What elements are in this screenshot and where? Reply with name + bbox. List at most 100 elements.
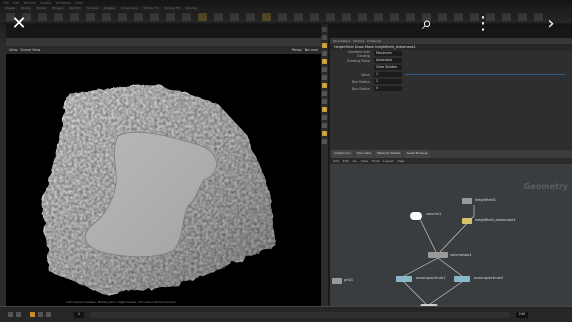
display-tool-icon[interactable] [322, 115, 327, 120]
timeline-scrubber[interactable] [90, 312, 510, 318]
display-tool-icon[interactable] [322, 43, 327, 48]
network-menu-item[interactable]: Tools [372, 159, 379, 163]
3d-viewport[interactable]: Left mouse tumbles. Middle pans. Right d… [6, 54, 321, 306]
view-menu[interactable]: No cam [305, 48, 318, 52]
menu-edit[interactable]: Edit [13, 1, 20, 5]
menu-file[interactable]: File [3, 1, 9, 5]
network-tab[interactable]: Material Palette [374, 150, 403, 158]
display-tool-icon[interactable] [322, 107, 327, 112]
step-forward-icon[interactable] [38, 312, 43, 317]
area-light-tool-icon[interactable] [246, 13, 255, 21]
menu-render[interactable]: Render [24, 1, 36, 5]
shelf-tab[interactable]: Polygon [49, 6, 66, 11]
circle-tool-icon[interactable] [118, 13, 127, 21]
node-heightfield1[interactable] [462, 198, 472, 204]
node-grid1[interactable] [332, 278, 342, 284]
menu-assets[interactable]: Assets [40, 1, 51, 5]
shelf-tab[interactable]: Texture [84, 6, 100, 11]
tube-tool-icon[interactable] [38, 13, 47, 21]
display-tool-icon[interactable] [322, 91, 327, 96]
display-tool-icon[interactable] [322, 83, 327, 88]
play-forward-icon[interactable] [46, 312, 51, 317]
clear-strokes-button[interactable]: Clear Strokes [374, 65, 402, 70]
step-back-icon[interactable] [16, 312, 21, 317]
shelf-tab[interactable]: Terrain FX [141, 6, 161, 11]
line-tool-icon[interactable] [102, 13, 111, 21]
switcher-tool-icon[interactable] [390, 13, 399, 21]
distant-light-tool-icon[interactable] [310, 13, 319, 21]
end-frame[interactable]: 240 [516, 312, 528, 318]
network-tab[interactable]: /obj/terrain [332, 150, 353, 158]
display-tool-icon[interactable] [322, 67, 327, 72]
next-icon[interactable]: › [538, 10, 564, 36]
network-menu-item[interactable]: View [361, 159, 368, 163]
vr-camera-tool-icon[interactable] [374, 13, 383, 21]
spot-light-tool-icon[interactable] [230, 13, 239, 21]
extra-tool-icon[interactable] [518, 13, 527, 21]
network-tab[interactable]: Asset Browser [404, 150, 430, 158]
shelf-tab[interactable]: Volume [183, 6, 199, 11]
shelf-tab[interactable]: Characters [119, 6, 140, 11]
display-tool-icon[interactable] [322, 35, 327, 40]
play-back-icon[interactable] [8, 312, 13, 317]
ambient-light-tool-icon[interactable] [342, 13, 351, 21]
extra-tool-icon[interactable] [502, 13, 511, 21]
node-volumevop1[interactable] [428, 252, 448, 258]
network-menu-item[interactable]: Layout [383, 159, 393, 163]
network-editor[interactable]: Geometry heightfield1 volume1 heightfiel… [330, 164, 572, 314]
curve-tool-icon[interactable] [134, 13, 143, 21]
path-tool-icon[interactable] [150, 13, 159, 21]
geo-light-tool-icon[interactable] [294, 13, 303, 21]
menu-help[interactable]: Help [75, 1, 83, 5]
node-heightfield-drawmask1[interactable] [462, 218, 472, 224]
portal-light-tool-icon[interactable] [326, 13, 335, 21]
display-tool-icon[interactable] [322, 99, 327, 104]
display-tool-icon[interactable] [322, 75, 327, 80]
null-tool-icon[interactable] [86, 13, 95, 21]
close-icon[interactable]: ✕ [6, 10, 32, 36]
network-menu-item[interactable]: Edit [343, 159, 349, 163]
param-tab[interactable]: Strokes [353, 39, 364, 43]
light-tool-icon[interactable] [198, 13, 207, 21]
param-tab[interactable]: Parameters [333, 39, 350, 43]
value-slider[interactable] [405, 74, 565, 75]
node-oceanspectrum2[interactable] [454, 276, 470, 282]
network-tab[interactable]: Tree View [354, 150, 373, 158]
combine-dropdown[interactable]: Maximum [374, 51, 402, 56]
blur-radius-field[interactable]: 0 [374, 86, 402, 91]
viewport-tab[interactable]: View [9, 48, 17, 52]
display-tool-icon[interactable] [322, 123, 327, 128]
network-menu-item[interactable]: Add [333, 159, 339, 163]
blur-radius-field[interactable]: 1 [374, 79, 402, 84]
display-tool-icon[interactable] [322, 131, 327, 136]
sky-light-tool-icon[interactable] [262, 13, 271, 21]
grid-tool-icon[interactable] [70, 13, 79, 21]
value-field[interactable]: 1 [374, 72, 402, 77]
shelf-tab[interactable]: Deform [67, 6, 83, 11]
current-frame[interactable]: 1 [74, 312, 84, 318]
font-tool-icon[interactable] [182, 13, 191, 21]
network-menu-item[interactable]: Help [398, 159, 405, 163]
more-icon[interactable]: ⋮ [470, 10, 496, 36]
play-icon[interactable] [30, 312, 35, 317]
menu-windows[interactable]: Windows [56, 1, 72, 5]
network-menu-item[interactable]: Go [353, 159, 357, 163]
camera-menu[interactable]: Persp [292, 48, 302, 52]
camera-tool-icon[interactable] [214, 13, 223, 21]
display-tool-icon[interactable] [322, 27, 327, 32]
env-light-tool-icon[interactable] [278, 13, 287, 21]
torus-tool-icon[interactable] [54, 13, 63, 21]
extra-tool-icon[interactable] [454, 13, 463, 21]
param-tab[interactable]: Drawings [367, 39, 381, 43]
lens-icon[interactable]: ⌕ [414, 10, 440, 36]
display-tool-icon[interactable] [322, 139, 327, 144]
spray-paint-tool-icon[interactable] [166, 13, 175, 21]
display-tool-icon[interactable] [322, 51, 327, 56]
node-volume1[interactable] [410, 212, 422, 220]
drawing-plane-dropdown[interactable]: Automatic [374, 58, 402, 63]
node-oceanspectrum1[interactable] [396, 276, 412, 282]
shelf-tab[interactable]: Simple FX [162, 6, 182, 11]
display-tool-icon[interactable] [322, 59, 327, 64]
shelf-tab[interactable]: Rigging [101, 6, 118, 11]
shelf-tab[interactable]: Model [34, 6, 48, 11]
